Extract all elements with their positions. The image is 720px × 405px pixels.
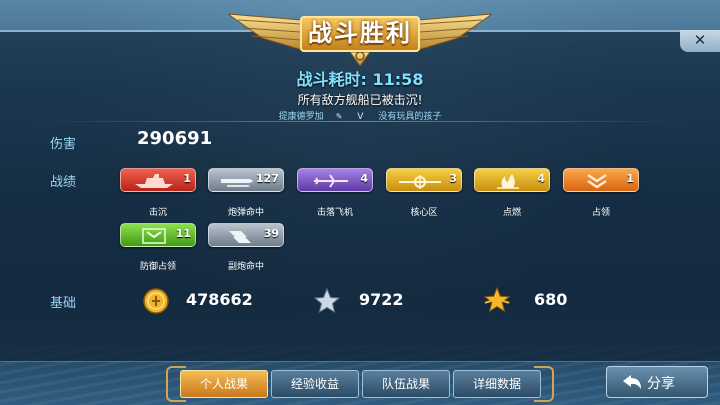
medal-count: 39: [263, 227, 279, 240]
medal-citadel[interactable]: 3: [386, 168, 462, 192]
coins-value: 478662: [186, 290, 253, 309]
medal-label: 副炮命中: [227, 262, 264, 272]
battle-time: 战斗耗时: 11:58: [0, 66, 720, 90]
tab-experience[interactable]: 经验收益: [271, 370, 359, 398]
share-button[interactable]: 分享: [606, 366, 708, 398]
xp-value: 9722: [359, 290, 404, 309]
tab-personal-results[interactable]: 个人战果: [180, 370, 268, 398]
close-button[interactable]: ✕: [680, 30, 720, 52]
achievements-label: 战绩: [50, 175, 77, 190]
medal-count: 1: [626, 172, 634, 185]
share-label: 分享: [647, 376, 675, 392]
medal-planes-shot-down[interactable]: 4: [297, 168, 373, 192]
medal-sink[interactable]: 1: [120, 168, 196, 192]
commander-xp-value: 680: [534, 290, 568, 309]
medal-count: 3: [449, 172, 457, 185]
header-divider: [30, 121, 690, 122]
battle-time-value: 11:58: [372, 70, 424, 89]
medal-secondary-hits[interactable]: 39: [208, 223, 284, 247]
tab-team-results[interactable]: 队伍战果: [362, 370, 450, 398]
citadel-icon: [399, 175, 441, 189]
medal-label: 占领: [591, 208, 610, 218]
medal-label: 炮弹命中: [227, 208, 264, 218]
medal-count: 11: [175, 227, 191, 240]
crossed-swords-icon: ✎: [335, 112, 343, 121]
medal-label: 防御占领: [139, 262, 176, 272]
medal-fire[interactable]: 4: [474, 168, 550, 192]
tab-detailed-data[interactable]: 详细数据: [453, 370, 541, 398]
medal-label: 击落飞机: [316, 208, 353, 218]
plane-icon: [314, 174, 348, 188]
defend-icon: [142, 228, 166, 244]
battle-time-label: 战斗耗时:: [296, 70, 367, 89]
damage-label: 伤害: [50, 137, 77, 152]
medal-count: 1: [183, 172, 191, 185]
medal-count: 127: [256, 172, 279, 185]
result-tabs: 个人战果 经验收益 队伍战果 详细数据: [180, 370, 541, 400]
ship-icon: [135, 174, 173, 188]
victory-title: 战斗胜利: [300, 16, 420, 52]
secondary-icon: [229, 231, 251, 243]
damage-value: 290691: [137, 128, 213, 149]
medal-main-battery-hits[interactable]: 127: [208, 168, 284, 192]
coin-icon: [143, 288, 169, 314]
medal-label: 击沉: [148, 208, 167, 218]
medal-count: 4: [360, 172, 368, 185]
medal-label: 核心区: [410, 208, 438, 218]
basic-label: 基础: [50, 296, 77, 311]
share-arrow-icon: [623, 375, 641, 389]
commander-xp-icon: [483, 286, 511, 313]
medal-count: 4: [537, 172, 545, 185]
medal-label: 点燃: [502, 208, 521, 218]
xp-star-icon: [313, 287, 341, 314]
fire-icon: [497, 174, 519, 189]
medal-capture[interactable]: 1: [563, 168, 639, 192]
victory-banner: 战斗胜利: [228, 6, 492, 66]
medal-defend-capture[interactable]: 11: [120, 223, 196, 247]
chevron-icon: [587, 173, 607, 189]
result-message: 所有敌方舰船已被击沉!: [297, 93, 423, 107]
